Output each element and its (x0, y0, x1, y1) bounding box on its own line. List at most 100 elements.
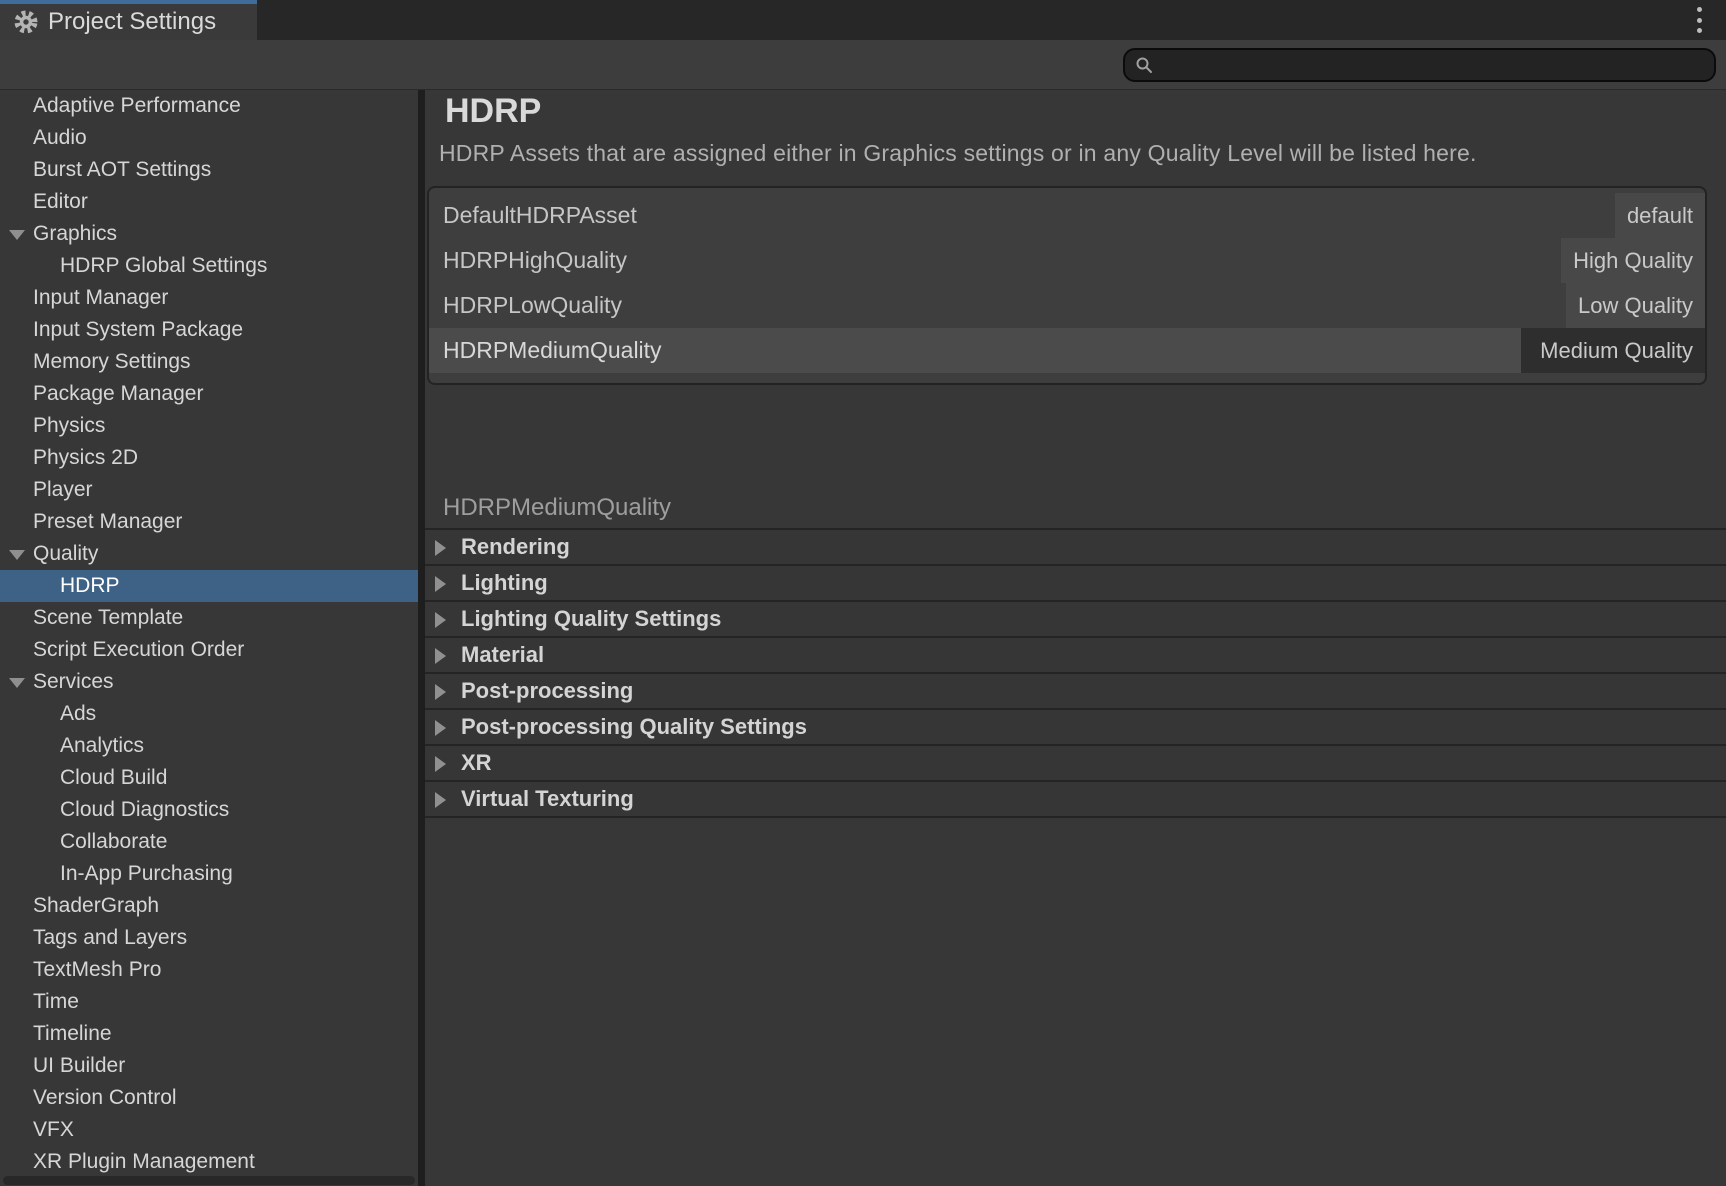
horizontal-scrollbar-thumb[interactable] (3, 1176, 415, 1185)
triangle-down-icon[interactable] (9, 550, 25, 560)
triangle-right-icon[interactable] (435, 684, 446, 700)
sidebar-item-cloud-build[interactable]: Cloud Build (0, 762, 418, 794)
triangle-right-icon[interactable] (435, 792, 446, 808)
asset-section-title: HDRPMediumQuality (443, 494, 671, 522)
sidebar-item-shadergraph[interactable]: ShaderGraph (0, 890, 418, 922)
sidebar-item-physics-2d[interactable]: Physics 2D (0, 442, 418, 474)
sidebar-item-label: Physics (33, 414, 105, 437)
sidebar-item-version-control[interactable]: Version Control (0, 1082, 418, 1114)
asset-name: HDRPMediumQuality (429, 328, 1521, 373)
quality-badge: High Quality (1561, 238, 1705, 283)
sidebar-item-editor[interactable]: Editor (0, 186, 418, 218)
sidebar-item-label: Cloud Build (60, 766, 167, 789)
sidebar-item-label: Scene Template (33, 606, 183, 629)
foldout-material[interactable]: Material (425, 638, 1726, 674)
sidebar-item-script-execution-order[interactable]: Script Execution Order (0, 634, 418, 666)
triangle-right-icon[interactable] (435, 576, 446, 592)
sidebar-item-xr-plugin-management[interactable]: XR Plugin Management (0, 1146, 418, 1178)
sidebar-divider[interactable] (418, 90, 425, 1186)
sidebar-item-in-app-purchasing[interactable]: In-App Purchasing (0, 858, 418, 890)
sidebar-item-burst-aot-settings[interactable]: Burst AOT Settings (0, 154, 418, 186)
sidebar-item-package-manager[interactable]: Package Manager (0, 378, 418, 410)
sidebar-item-time[interactable]: Time (0, 986, 418, 1018)
sidebar-item-label: XR Plugin Management (33, 1150, 255, 1173)
foldout-virtual-texturing[interactable]: Virtual Texturing (425, 782, 1726, 818)
sidebar-item-scene-template[interactable]: Scene Template (0, 602, 418, 634)
sidebar-item-services[interactable]: Services (0, 666, 418, 698)
foldout-post-processing-quality-settings[interactable]: Post-processing Quality Settings (425, 710, 1726, 746)
foldout-post-processing[interactable]: Post-processing (425, 674, 1726, 710)
foldout-label: Virtual Texturing (461, 786, 634, 812)
triangle-right-icon[interactable] (435, 648, 446, 664)
sidebar-item-vfx[interactable]: VFX (0, 1114, 418, 1146)
asset-row-hdrplowquality[interactable]: HDRPLowQualityLow Quality (429, 283, 1705, 328)
foldout-label: Material (461, 642, 544, 668)
foldout-label: Rendering (461, 534, 570, 560)
foldout-lighting[interactable]: Lighting (425, 566, 1726, 602)
foldout-lighting-quality-settings[interactable]: Lighting Quality Settings (425, 602, 1726, 638)
foldout-xr[interactable]: XR (425, 746, 1726, 782)
triangle-down-icon[interactable] (9, 230, 25, 240)
sidebar-item-label: Editor (33, 190, 88, 213)
sidebar-item-quality[interactable]: Quality (0, 538, 418, 570)
sidebar-item-timeline[interactable]: Timeline (0, 1018, 418, 1050)
content-area: Adaptive Performance Audio Burst AOT Setti… (0, 90, 1726, 1186)
sidebar-item-input-system-package[interactable]: Input System Package (0, 314, 418, 346)
sidebar-item-hdrp-global-settings[interactable]: HDRP Global Settings (0, 250, 418, 282)
sidebar-item-ads[interactable]: Ads (0, 698, 418, 730)
triangle-right-icon[interactable] (435, 540, 446, 556)
sidebar-item-audio[interactable]: Audio (0, 122, 418, 154)
sidebar-item-label: ShaderGraph (33, 894, 159, 917)
sidebar-item-label: Quality (33, 542, 98, 565)
sidebar-item-collaborate[interactable]: Collaborate (0, 826, 418, 858)
sidebar-item-textmesh-pro[interactable]: TextMesh Pro (0, 954, 418, 986)
sidebar-item-ui-builder[interactable]: UI Builder (0, 1050, 418, 1082)
sidebar-item-label: Services (33, 670, 114, 693)
sidebar-item-adaptive-performance[interactable]: Adaptive Performance (0, 90, 418, 122)
foldout-label: Lighting (461, 570, 548, 596)
sidebar-item-label: VFX (33, 1118, 74, 1141)
sidebar-item-physics[interactable]: Physics (0, 410, 418, 442)
sidebar-item-label: Memory Settings (33, 350, 191, 373)
sidebar-item-label: Collaborate (60, 830, 167, 853)
sidebar-item-label: Input System Package (33, 318, 243, 341)
kebab-menu-icon[interactable] (1690, 7, 1708, 33)
foldout-rendering[interactable]: Rendering (425, 530, 1726, 566)
sidebar-item-input-manager[interactable]: Input Manager (0, 282, 418, 314)
asset-row-hdrphighquality[interactable]: HDRPHighQualityHigh Quality (429, 238, 1705, 283)
triangle-down-icon[interactable] (9, 678, 25, 688)
search-input[interactable] (1159, 54, 1704, 77)
triangle-right-icon[interactable] (435, 720, 446, 736)
triangle-right-icon[interactable] (435, 756, 446, 772)
sidebar-item-label: HDRP (60, 574, 120, 597)
sidebar-item-preset-manager[interactable]: Preset Manager (0, 506, 418, 538)
asset-name: HDRPHighQuality (429, 238, 1561, 283)
foldout-list: Rendering Lighting Lighting Quality Settin… (425, 528, 1726, 818)
sidebar-item-label: Tags and Layers (33, 926, 187, 949)
tab-project-settings[interactable]: Project Settings (0, 0, 257, 40)
asset-name: DefaultHDRPAsset (429, 193, 1615, 238)
sidebar-item-cloud-diagnostics[interactable]: Cloud Diagnostics (0, 794, 418, 826)
sidebar-item-tags-and-layers[interactable]: Tags and Layers (0, 922, 418, 954)
sidebar-item-label: Version Control (33, 1086, 177, 1109)
sidebar-item-label: Preset Manager (33, 510, 182, 533)
sidebar-item-label: TextMesh Pro (33, 958, 161, 981)
sidebar-item-player[interactable]: Player (0, 474, 418, 506)
sidebar-item-graphics[interactable]: Graphics (0, 218, 418, 250)
sidebar-item-memory-settings[interactable]: Memory Settings (0, 346, 418, 378)
sidebar-item-label: Player (33, 478, 93, 501)
sidebar-item-label: Timeline (33, 1022, 112, 1045)
asset-row-defaulthdrpasset[interactable]: DefaultHDRPAssetdefault (429, 193, 1705, 238)
foldout-label: XR (461, 750, 492, 776)
sidebar-item-analytics[interactable]: Analytics (0, 730, 418, 762)
search-field[interactable] (1123, 48, 1716, 82)
sidebar-item-label: In-App Purchasing (60, 862, 233, 885)
foldout-label: Lighting Quality Settings (461, 606, 721, 632)
asset-row-hdrpmediumquality[interactable]: HDRPMediumQualityMedium Quality (429, 328, 1705, 373)
sidebar-item-label: Physics 2D (33, 446, 138, 469)
sidebar-item-label: Graphics (33, 222, 117, 245)
sidebar-item-hdrp[interactable]: HDRP (0, 570, 418, 602)
triangle-right-icon[interactable] (435, 612, 446, 628)
sidebar-item-label: Audio (33, 126, 87, 149)
sidebar-item-label: Ads (60, 702, 96, 725)
